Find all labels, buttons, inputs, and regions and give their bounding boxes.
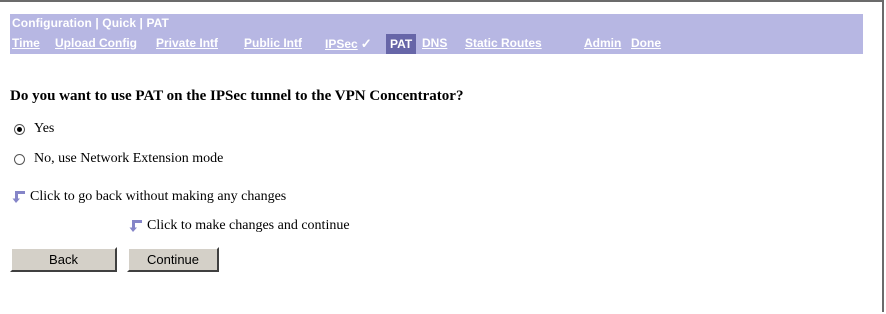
- nav-pat-active: PAT: [386, 34, 417, 54]
- nav-public-intf[interactable]: Public Intf: [244, 36, 302, 50]
- breadcrumb: Configuration | Quick | PAT: [12, 16, 169, 30]
- continue-hint: Click to make changes and continue: [129, 218, 350, 234]
- option-yes-label: Yes: [34, 121, 55, 136]
- down-turn-arrow-icon: [12, 191, 25, 203]
- nav-private-intf[interactable]: Private Intf: [156, 36, 218, 50]
- pat-question: Do you want to use PAT on the IPSec tunn…: [10, 88, 464, 104]
- back-hint-text: Click to go back without making any chan…: [30, 189, 287, 204]
- option-yes[interactable]: Yes: [14, 121, 54, 137]
- down-turn-arrow-icon: [129, 220, 142, 232]
- continue-hint-text: Click to make changes and continue: [147, 218, 350, 233]
- option-no[interactable]: No, use Network Extension mode: [14, 151, 223, 167]
- nav-admin[interactable]: Admin: [584, 36, 621, 50]
- nav-done[interactable]: Done: [631, 36, 661, 50]
- back-button[interactable]: Back: [10, 247, 117, 272]
- radio-no[interactable]: [14, 153, 25, 165]
- checkmark-icon: ✓: [360, 36, 372, 51]
- nav-ipsec[interactable]: IPSec ✓: [325, 36, 372, 52]
- nav-upload-config[interactable]: Upload Config: [55, 36, 137, 50]
- continue-button[interactable]: Continue: [127, 247, 219, 272]
- nav-ipsec-label: IPSec: [325, 37, 358, 51]
- nav-time[interactable]: Time: [12, 36, 40, 50]
- back-hint: Click to go back without making any chan…: [12, 189, 286, 205]
- nav-static-routes[interactable]: Static Routes: [465, 36, 542, 50]
- radio-yes[interactable]: [14, 123, 25, 135]
- option-no-label: No, use Network Extension mode: [34, 151, 224, 166]
- nav-dns[interactable]: DNS: [422, 36, 447, 50]
- nav-bar: Time Upload Config Private Intf Public I…: [10, 34, 863, 54]
- header-bar: Configuration | Quick | PAT Time Upload …: [10, 14, 863, 54]
